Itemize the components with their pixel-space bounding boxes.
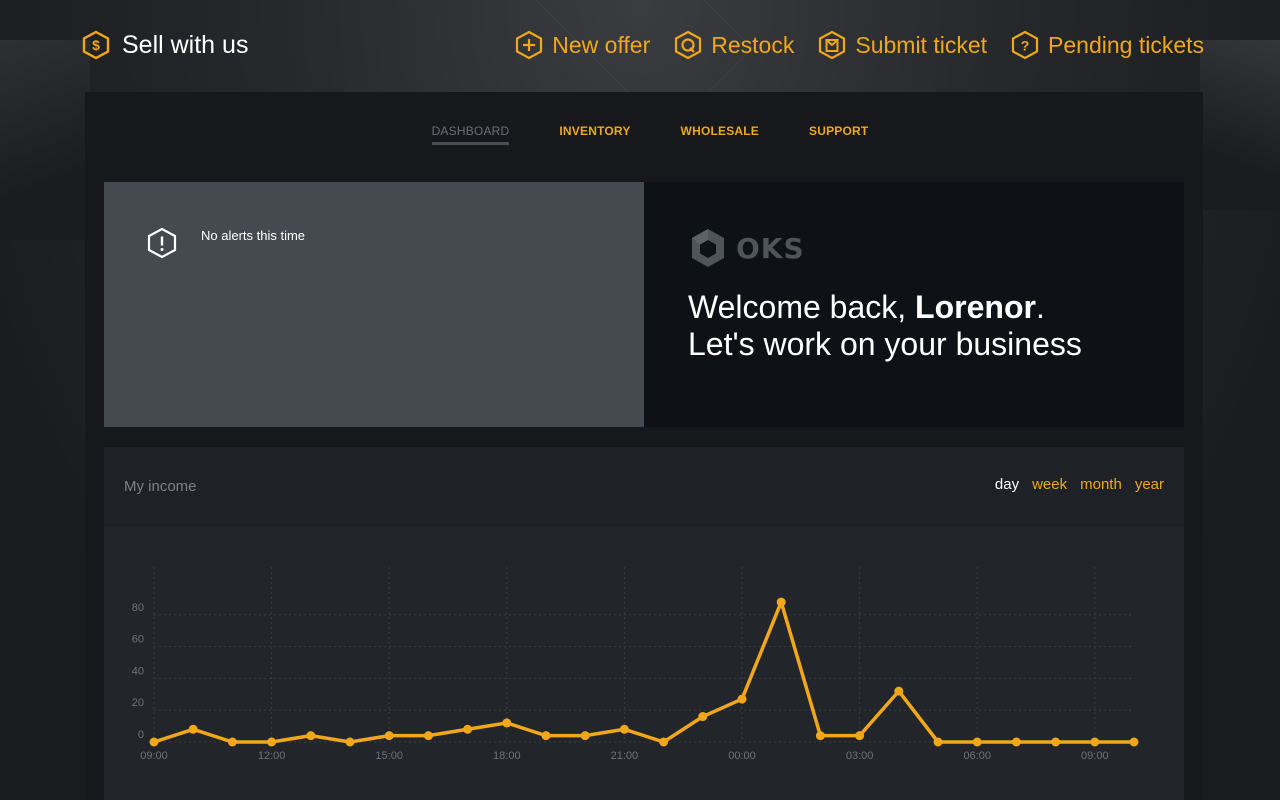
plus-hex-icon (516, 30, 543, 60)
welcome-message: Welcome back, Lorenor. Let's work on you… (688, 289, 1082, 363)
income-data-point (737, 694, 747, 704)
brand-label: Sell with us (122, 30, 249, 59)
income-data-point (149, 737, 159, 747)
income-data-point (855, 731, 865, 741)
welcome-card: OKS Welcome back, Lorenor. Let's work on… (644, 182, 1184, 427)
restock-link[interactable]: Restock (674, 30, 794, 60)
income-card: My income day week month year 0 20 40 60 80 0… (104, 447, 1184, 800)
income-data-point (776, 597, 786, 607)
alert-hex-icon (147, 227, 177, 259)
income-data-point (188, 724, 198, 734)
alerts-card: No alerts this time (104, 182, 644, 427)
income-data-point (698, 712, 708, 722)
income-data-point (815, 731, 825, 741)
income-data-point (1090, 737, 1100, 747)
y-tick-label: 0 (138, 729, 144, 741)
tab-support[interactable]: SUPPORT (809, 124, 868, 146)
income-data-point (972, 737, 982, 747)
welcome-line-2: Let's work on your business (688, 326, 1082, 362)
income-data-point (227, 737, 237, 747)
x-tick-label: 21:00 (611, 750, 639, 762)
x-tick-label: 06:00 (963, 750, 991, 762)
new-offer-label: New offer (552, 31, 651, 58)
sell-with-us-link[interactable]: $ Sell with us (82, 28, 248, 62)
submit-ticket-link[interactable]: Submit ticket (818, 30, 987, 60)
y-tick-label: 80 (132, 602, 144, 614)
restock-label: Restock (711, 31, 795, 58)
y-tick-label: 60 (132, 634, 144, 646)
income-data-point (463, 724, 473, 734)
pending-tickets-label: Pending tickets (1048, 31, 1204, 58)
income-chart: 0 20 40 60 80 09:00 12:00 15:00 18:00 21:00 00:00 0… (132, 567, 1139, 762)
income-data-point (580, 731, 590, 741)
x-tick-label: 09:00 (140, 750, 168, 762)
welcome-prefix: Welcome back, (688, 289, 916, 325)
dollar-hex-icon: $ (82, 30, 110, 60)
income-data-point (384, 731, 394, 741)
income-data-point (306, 731, 316, 741)
y-tick-label: 40 (132, 665, 144, 677)
range-day[interactable]: day (995, 476, 1019, 493)
range-month[interactable]: month (1080, 476, 1122, 493)
submit-ticket-label: Submit ticket (855, 31, 988, 58)
income-data-point (423, 731, 433, 741)
income-series-line (153, 600, 1134, 744)
x-tick-label: 03:00 (846, 750, 874, 762)
user-name: Lorenor (915, 289, 1036, 325)
range-week[interactable]: week (1032, 476, 1067, 493)
income-data-point (894, 686, 904, 696)
section-tabs: DASHBOARD INVENTORY WHOLESALE SUPPORT (85, 92, 1203, 182)
welcome-line-1: Welcome back, Lorenor. (688, 289, 1082, 326)
range-year[interactable]: year (1135, 476, 1164, 493)
x-tick-label: 18:00 (493, 750, 521, 762)
tab-inventory[interactable]: INVENTORY (559, 124, 630, 146)
oks-logo-icon (692, 229, 724, 267)
income-data-point (619, 724, 629, 734)
q-hex-icon (675, 30, 702, 60)
income-data-point (933, 737, 943, 747)
tab-dashboard[interactable]: DASHBOARD (431, 124, 510, 145)
top-bar: $ Sell with us New offer Restock Submit … (0, 0, 1280, 92)
y-tick-label: 20 (132, 697, 144, 709)
income-data-point (1129, 737, 1139, 747)
income-data-point (345, 737, 355, 747)
income-data-point (267, 737, 277, 747)
income-data-point (502, 718, 512, 728)
pending-tickets-link[interactable]: ? Pending tickets (1011, 30, 1204, 60)
svg-text:$: $ (92, 37, 100, 53)
tab-wholesale[interactable]: WHOLESALE (681, 124, 759, 146)
income-data-point (659, 737, 669, 747)
svg-text:?: ? (1021, 38, 1030, 54)
oks-logo: OKS (688, 226, 805, 270)
dashboard-panel: DASHBOARD INVENTORY WHOLESALE SUPPORT No… (85, 92, 1203, 800)
welcome-suffix: . (1035, 289, 1045, 325)
alerts-message: No alerts this time (201, 228, 306, 243)
question-hex-icon: ? (1011, 30, 1039, 60)
oks-logo-text: OKS (736, 231, 805, 265)
top-nav: New offer Restock Submit ticket ? Pendin… (515, 28, 1204, 62)
income-data-point (541, 731, 551, 741)
x-tick-label: 15:00 (375, 750, 403, 762)
ticket-hex-icon (819, 30, 846, 60)
x-tick-label: 09:00 (1081, 750, 1109, 762)
new-offer-link[interactable]: New offer (515, 30, 650, 60)
income-data-point (1011, 737, 1021, 747)
income-data-point (1051, 737, 1061, 747)
income-range-selector: day week month year (995, 476, 1164, 493)
x-tick-label: 12:00 (258, 750, 286, 762)
income-header: My income day week month year (104, 447, 1184, 527)
income-title: My income (124, 478, 197, 495)
x-tick-label: 00:00 (728, 750, 756, 762)
